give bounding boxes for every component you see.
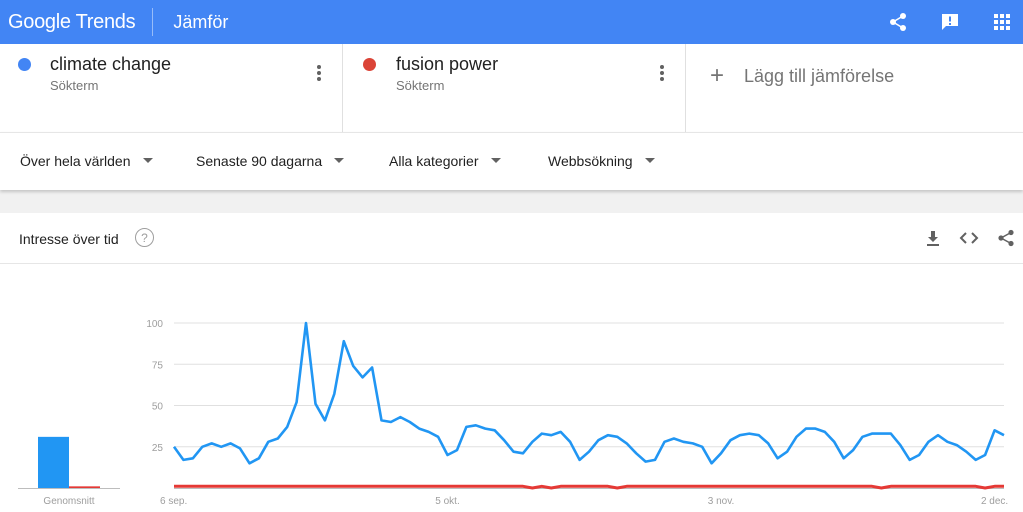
interest-over-time-card: Intresse över tid ? Genomsnitt 25 50 75 100… [0,213,1023,512]
header-actions [883,0,1023,44]
search-type-label: Webbsökning [548,153,633,169]
plus-icon: + [710,62,725,89]
add-comparison-label: Lägg till jämförelse [744,66,895,86]
dropdown-arrow-icon [490,157,501,163]
help-icon[interactable]: ? [135,228,154,247]
top-bar: Google Trends Jämför [0,0,1023,44]
average-bar [69,486,100,488]
dropdown-arrow-icon [334,157,345,163]
x-tick-label: 2 dec. [981,496,1008,507]
average-label: Genomsnitt [43,496,94,507]
average-bar [38,436,69,488]
term-type: Sökterm [396,78,445,93]
filter-bar: Över hela världen Senaste 90 dagarna All… [0,132,1023,190]
term-type: Sökterm [50,78,99,93]
x-axis-labels: 6 sep. 5 okt. 3 nov. 2 dec. [160,496,1008,507]
period-label: Senaste 90 dagarna [196,153,323,169]
region-label: Över hela världen [20,153,131,169]
x-tick-label: 3 nov. [708,496,735,507]
term-color-dot [18,58,31,71]
series-line-climate-change [172,321,1005,465]
share-icon[interactable] [995,227,1017,249]
embed-code-icon[interactable] [958,227,980,249]
term-color-dot [363,58,376,71]
y-tick-label: 100 [146,319,163,330]
series-line-fusion-power [174,484,1004,490]
download-icon[interactable] [922,227,944,249]
y-tick-label: 75 [152,360,164,371]
compare-terms-bar: climate change Sökterm fusion power Sökt… [0,44,1023,132]
average-bar-chart: Genomsnitt [18,436,120,507]
category-label: Alla kategorier [389,153,479,169]
x-tick-label: 5 okt. [435,496,459,507]
dropdown-arrow-icon [142,157,153,163]
search-type-dropdown[interactable]: Webbsökning [548,153,655,169]
region-dropdown[interactable]: Över hela världen [20,153,153,169]
chart-grid: 25 50 75 100 [146,319,1004,489]
card-title: Intresse över tid [19,231,119,247]
category-dropdown[interactable]: Alla kategorier [389,153,501,169]
line-chart[interactable]: Genomsnitt 25 50 75 100 6 sep. 5 okt. 3 nov. 2… [0,264,1023,512]
term-name: fusion power [396,54,499,74]
feedback-icon[interactable] [935,0,965,44]
y-tick-label: 25 [152,443,164,454]
term-name: climate change [50,54,172,74]
term-card-climate-change[interactable]: climate change Sökterm [0,44,343,132]
dropdown-arrow-icon [644,157,655,163]
card-header: Intresse över tid ? [0,213,1023,264]
more-options-icon[interactable] [312,62,326,84]
page-title: Jämför [173,11,229,32]
header-divider [152,8,154,36]
google-trends-logo[interactable]: Google Trends [8,10,136,34]
more-options-icon[interactable] [655,62,669,84]
add-comparison-button[interactable]: + Lägg till jämförelse [686,44,1023,132]
logo-google-text: Google [8,10,71,33]
apps-grid-icon[interactable] [987,0,1017,44]
term-card-fusion-power[interactable]: fusion power Sökterm [343,44,686,132]
x-tick-label: 6 sep. [160,496,187,507]
y-tick-label: 50 [152,402,164,413]
period-dropdown[interactable]: Senaste 90 dagarna [196,153,345,169]
logo-trends-text: Trends [75,10,136,33]
share-icon[interactable] [883,0,913,44]
